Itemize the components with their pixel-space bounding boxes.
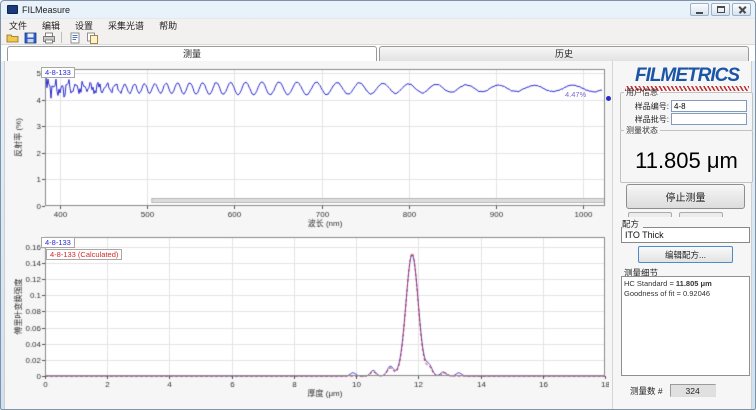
filmetrics-logo-text: FILMETRICS	[635, 65, 739, 86]
recipe-label: 配方	[622, 218, 643, 230]
minimize-icon	[696, 12, 703, 14]
toolbar	[1, 31, 755, 45]
titlebar: FILMeasure	[1, 1, 755, 18]
print-icon[interactable]	[41, 31, 56, 44]
charts-area: 4-8-133 4.47% 4-8-133 4-8-133 (Calculate…	[5, 61, 613, 409]
app-icon	[7, 5, 18, 14]
measure-count-label: 测量数 #	[630, 385, 663, 397]
edit-recipe-button[interactable]: 编辑配方...	[638, 246, 733, 263]
toolbar-separator	[61, 32, 62, 43]
fft-chart-box: 4-8-133 4-8-133 (Calculated)	[13, 231, 609, 399]
app-window: FILMeasure 文件 编辑 设置 采集光谱 帮助 测量	[0, 0, 756, 410]
measure-details-box: HC Standard = 11.805 μm Goodness of fit …	[621, 276, 750, 376]
measure-count-value: 324	[670, 384, 716, 397]
measure-status-title: 测量状态	[624, 125, 660, 136]
export-icon[interactable]	[67, 31, 82, 44]
clipped-buttons	[628, 212, 723, 217]
sample-lot-input[interactable]	[671, 113, 747, 125]
maximize-button[interactable]	[711, 3, 730, 16]
tab-history[interactable]: 历史	[379, 46, 749, 61]
open-file-icon[interactable]	[5, 31, 20, 44]
menubar: 文件 编辑 设置 采集光谱 帮助	[1, 18, 755, 31]
sample-id-input[interactable]	[671, 100, 747, 112]
minimize-button[interactable]	[690, 3, 709, 16]
recipe-selected-value: ITO Thick	[625, 230, 664, 240]
close-button[interactable]	[732, 3, 751, 16]
tab-measure[interactable]: 测量	[7, 46, 377, 61]
menu-setup[interactable]: 设置	[75, 19, 93, 32]
sample-lot-label: 样品批号:	[624, 114, 669, 125]
details-line-1: HC Standard = 11.805 μm	[624, 279, 747, 289]
spectrum-legend: 4-8-133	[41, 67, 75, 78]
tabstrip: 测量 历史	[1, 45, 755, 61]
menu-edit[interactable]: 编辑	[42, 19, 60, 32]
sample-id-label: 样品编号:	[624, 101, 669, 112]
measure-count-row: 测量数 # 324	[630, 384, 716, 397]
details-line-2: Goodness of fit = 0.92046	[624, 289, 747, 299]
reflectance-spectrum-chart[interactable]	[13, 63, 609, 229]
menu-help[interactable]: 帮助	[159, 19, 177, 32]
thickness-readout: 11.805 μm	[624, 148, 749, 174]
stop-measure-button[interactable]: 停止测量	[626, 184, 745, 209]
measure-status-group: 测量状态 11.805 μm	[620, 125, 753, 183]
main-content: 4-8-133 4.47% 4-8-133 4-8-133 (Calculate…	[4, 61, 752, 410]
menu-acquire-spectrum[interactable]: 采集光谱	[108, 19, 144, 32]
user-info-title: 用户信息	[624, 87, 660, 98]
copy-icon[interactable]	[85, 31, 100, 44]
current-point-marker	[606, 96, 611, 101]
window-title: FILMeasure	[22, 5, 70, 15]
reflectance-chart-box: 4-8-133 4.47%	[13, 63, 609, 229]
spectrum-end-value: 4.47%	[565, 90, 586, 99]
menu-file[interactable]: 文件	[9, 19, 27, 32]
right-panel: FILMETRICS 用户信息 样品编号: 样品批号: 测量状态 11.805 …	[616, 61, 756, 409]
save-icon[interactable]	[23, 31, 38, 44]
fft-legend-calculated: 4-8-133 (Calculated)	[46, 249, 122, 260]
maximize-icon	[717, 6, 725, 13]
spectrum-legend-label: 4-8-133	[45, 68, 71, 77]
fft-legend-measured: 4-8-133	[41, 237, 75, 248]
